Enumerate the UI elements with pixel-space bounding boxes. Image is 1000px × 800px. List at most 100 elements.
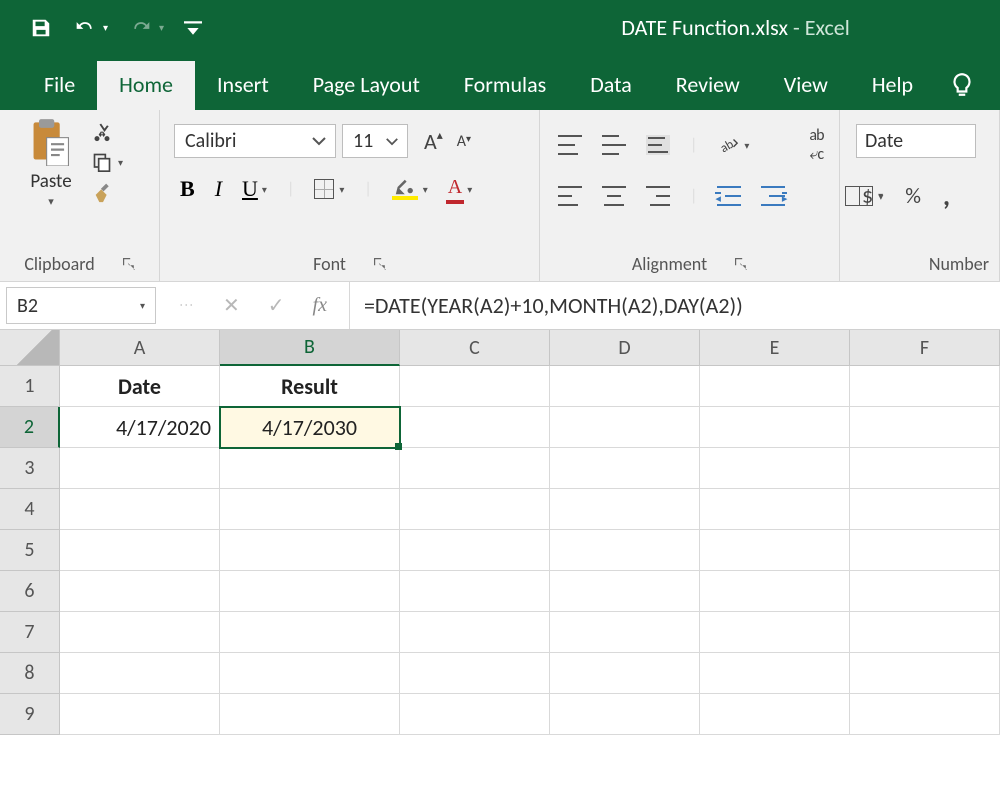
row-header-3[interactable]: 3 (0, 448, 60, 489)
spreadsheet-grid[interactable]: A B C D E F 1 Date Result 2 4/17/2020 4/… (0, 330, 1000, 735)
clipboard-dialog-launcher-icon[interactable] (123, 258, 135, 270)
format-painter-button[interactable] (92, 182, 123, 204)
col-header-a[interactable]: A (60, 330, 220, 366)
cell-b9[interactable] (220, 694, 400, 735)
cell-e2[interactable] (700, 407, 850, 448)
cell-b6[interactable] (220, 571, 400, 612)
underline-button[interactable]: U▾ (242, 176, 267, 202)
col-header-e[interactable]: E (700, 330, 850, 366)
cell-b1[interactable]: Result (220, 366, 400, 407)
alignment-dialog-launcher-icon[interactable] (735, 258, 747, 270)
cell-d5[interactable] (550, 530, 700, 571)
cell-e6[interactable] (700, 571, 850, 612)
tab-home[interactable]: Home (97, 61, 195, 110)
percent-format-button[interactable]: % (905, 182, 921, 209)
paste-button[interactable]: Paste ▾ (16, 118, 86, 208)
cell-f2[interactable] (850, 407, 1000, 448)
cell-d3[interactable] (550, 448, 700, 489)
tell-me-icon[interactable] (935, 62, 985, 110)
cell-b4[interactable] (220, 489, 400, 530)
cell-a5[interactable] (60, 530, 220, 571)
cell-a6[interactable] (60, 571, 220, 612)
cell-c6[interactable] (400, 571, 550, 612)
name-box-dropdown-icon[interactable]: ▾ (140, 299, 145, 312)
tab-file[interactable]: File (22, 61, 97, 110)
qat-customize-icon[interactable] (184, 21, 202, 35)
row-header-7[interactable]: 7 (0, 612, 60, 653)
number-format-combo[interactable]: Date (856, 124, 976, 158)
cell-a1[interactable]: Date (60, 366, 220, 407)
cell-f9[interactable] (850, 694, 1000, 735)
cell-e5[interactable] (700, 530, 850, 571)
cell-b5[interactable] (220, 530, 400, 571)
cell-a4[interactable] (60, 489, 220, 530)
align-bottom-button[interactable] (646, 135, 670, 155)
cell-f3[interactable] (850, 448, 1000, 489)
select-all-corner[interactable] (0, 330, 60, 366)
cell-c3[interactable] (400, 448, 550, 489)
border-button[interactable]: ▾ (314, 179, 344, 199)
cell-a8[interactable] (60, 653, 220, 694)
cell-b8[interactable] (220, 653, 400, 694)
increase-font-size-button[interactable]: A▴ (424, 128, 443, 155)
font-color-button[interactable]: A ▾ (448, 176, 472, 202)
align-left-button[interactable] (558, 186, 582, 206)
decrease-font-size-button[interactable]: A▾ (457, 132, 471, 151)
cell-f7[interactable] (850, 612, 1000, 653)
cut-button[interactable] (92, 122, 123, 142)
bold-button[interactable]: B (180, 176, 195, 202)
name-box[interactable]: B2 ▾ (6, 287, 156, 324)
decrease-indent-button[interactable]: ◂ (717, 186, 741, 206)
fx-icon[interactable]: fx (313, 294, 327, 317)
accept-formula-button[interactable]: ✓ (268, 293, 285, 318)
cell-d6[interactable] (550, 571, 700, 612)
row-header-6[interactable]: 6 (0, 571, 60, 612)
increase-indent-button[interactable]: ▸ (761, 186, 785, 206)
font-size-combo[interactable]: 11 (342, 124, 408, 158)
cell-e9[interactable] (700, 694, 850, 735)
cancel-formula-button[interactable]: ✕ (223, 293, 240, 318)
align-right-button[interactable] (646, 186, 670, 206)
cell-f4[interactable] (850, 489, 1000, 530)
col-header-f[interactable]: F (850, 330, 1000, 366)
formula-bar-drag-icon[interactable]: ⋮ (178, 298, 195, 313)
align-top-button[interactable] (558, 135, 582, 155)
cell-a9[interactable] (60, 694, 220, 735)
cell-d8[interactable] (550, 653, 700, 694)
col-header-b[interactable]: B (220, 330, 400, 366)
cell-d4[interactable] (550, 489, 700, 530)
redo-button[interactable]: ▾ (128, 18, 164, 38)
cell-f8[interactable] (850, 653, 1000, 694)
cell-f6[interactable] (850, 571, 1000, 612)
tab-review[interactable]: Review (654, 61, 762, 110)
save-icon[interactable] (30, 17, 52, 39)
paste-dropdown-icon[interactable]: ▾ (48, 195, 54, 208)
cell-d1[interactable] (550, 366, 700, 407)
tab-page-layout[interactable]: Page Layout (291, 61, 442, 110)
tab-insert[interactable]: Insert (195, 61, 291, 110)
comma-format-button[interactable]: , (943, 178, 950, 213)
cell-c4[interactable] (400, 489, 550, 530)
cell-c7[interactable] (400, 612, 550, 653)
row-header-1[interactable]: 1 (0, 366, 60, 407)
cell-c5[interactable] (400, 530, 550, 571)
cell-c2[interactable] (400, 407, 550, 448)
cell-c8[interactable] (400, 653, 550, 694)
cell-b3[interactable] (220, 448, 400, 489)
tab-formulas[interactable]: Formulas (442, 61, 568, 110)
cell-b2[interactable]: 4/17/2030 (220, 407, 400, 448)
cell-f1[interactable] (850, 366, 1000, 407)
row-header-8[interactable]: 8 (0, 653, 60, 694)
cell-e3[interactable] (700, 448, 850, 489)
wrap-text-button[interactable]: ab⤶c (809, 126, 823, 164)
col-header-d[interactable]: D (550, 330, 700, 366)
cell-e4[interactable] (700, 489, 850, 530)
cell-e1[interactable] (700, 366, 850, 407)
row-header-9[interactable]: 9 (0, 694, 60, 735)
orientation-button[interactable]: ab ▾ (717, 134, 749, 156)
cell-f5[interactable] (850, 530, 1000, 571)
cell-d9[interactable] (550, 694, 700, 735)
tab-view[interactable]: View (762, 61, 850, 110)
fill-color-button[interactable]: ▾ (392, 178, 428, 200)
cell-e7[interactable] (700, 612, 850, 653)
